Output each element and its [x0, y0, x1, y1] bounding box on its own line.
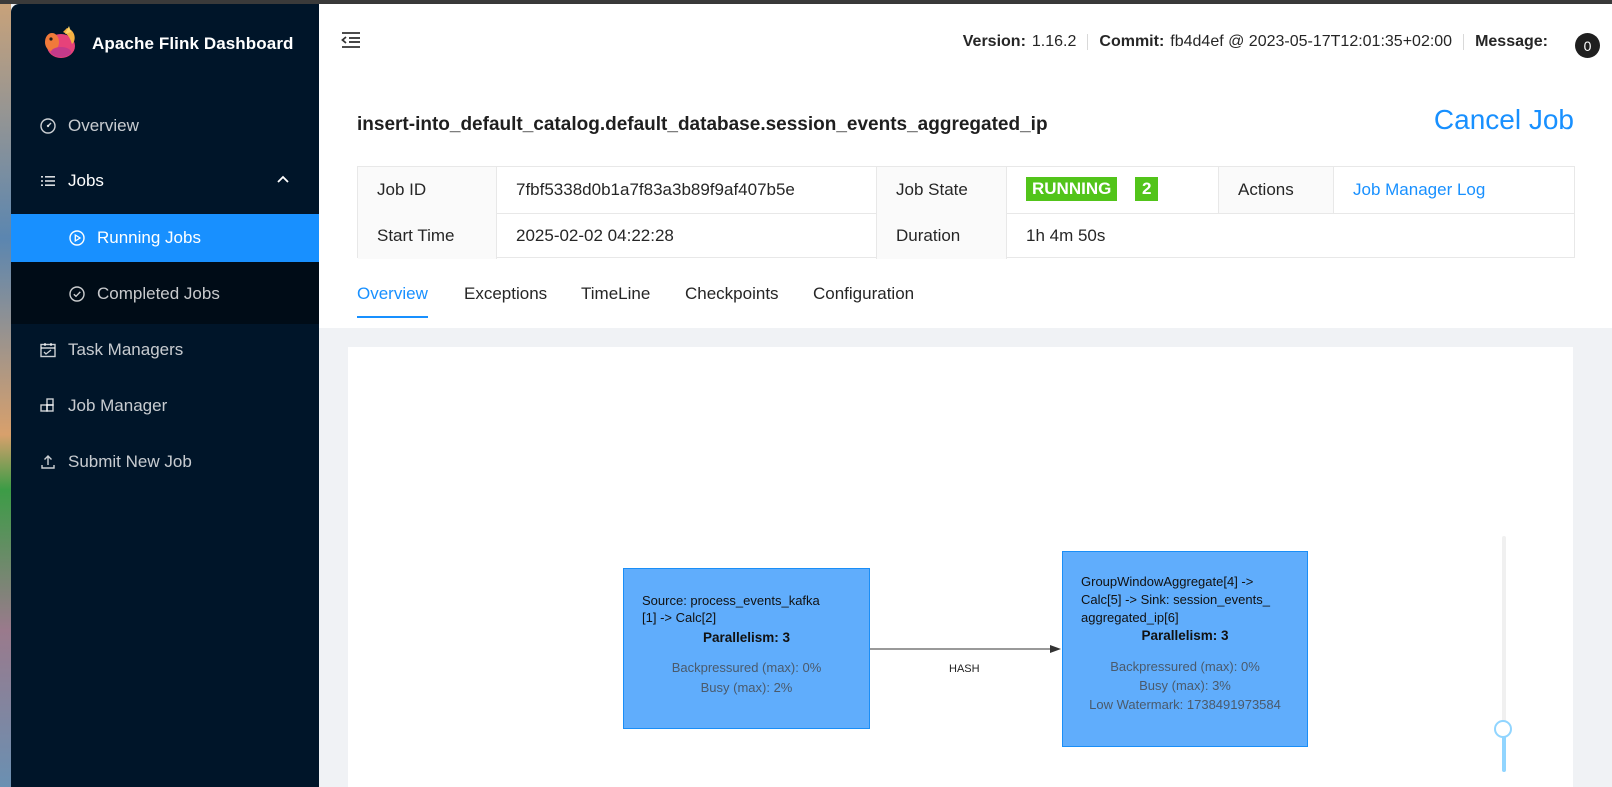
schedule-icon [40, 343, 56, 358]
sidebar-item-label: Running Jobs [97, 228, 201, 247]
node-parallelism: Parallelism: 3 [1141, 628, 1229, 643]
tab-overview[interactable]: Overview [357, 284, 428, 304]
tab-exceptions[interactable]: Exceptions [464, 284, 547, 304]
sidebar-item-label: Jobs [68, 171, 104, 190]
actions-label: Actions [1219, 167, 1334, 213]
sidebar: Apache Flink Dashboard Overview Jobs Run… [11, 4, 319, 787]
node-title: Calc[5] -> Sink: session_events_ [1081, 592, 1270, 607]
commit-label: Commit: [1099, 33, 1165, 50]
job-state-label: Job State [877, 167, 1007, 213]
node-metric: Backpressured (max): 0% [671, 660, 822, 675]
play-circle-icon [69, 230, 85, 246]
upload-icon [41, 455, 55, 469]
status-badge: RUNNING [1026, 177, 1118, 201]
sidebar-item-label: Overview [68, 116, 139, 135]
graph-node-sink[interactable]: GroupWindowAggregate[4] -> Calc[5] -> Si… [1062, 551, 1308, 747]
sidebar-item-label: Submit New Job [68, 452, 192, 471]
node-title: GroupWindowAggregate[4] -> [1081, 574, 1254, 589]
start-time-value: 2025-02-02 04:22:28 [497, 213, 877, 259]
zoom-slider-handle[interactable] [1494, 720, 1512, 738]
graph-edge [870, 645, 1061, 653]
job-state-cell: RUNNING 2 [1007, 167, 1219, 213]
sidebar-item-running-jobs[interactable]: Running Jobs [11, 214, 319, 262]
divider [1463, 34, 1465, 50]
jobs-submenu: Running Jobs Completed Jobs [11, 214, 319, 324]
app-title: Apache Flink Dashboard [92, 34, 294, 53]
build-icon [40, 398, 54, 412]
tab-active-indicator [357, 316, 428, 318]
job-manager-log-link[interactable]: Job Manager Log [1353, 180, 1485, 199]
cancel-job-button[interactable]: Cancel Job [1434, 104, 1574, 136]
message-count-badge[interactable]: 0 [1575, 33, 1600, 58]
running-count-badge: 2 [1135, 177, 1159, 201]
sidebar-item-jobs[interactable]: Jobs [11, 156, 319, 206]
unordered-list-icon [41, 176, 55, 186]
tab-timeline[interactable]: TimeLine [581, 284, 650, 304]
job-id-value: 7fbf5338d0b1a7f83a3b89f9af407b5e [497, 167, 877, 213]
sidebar-item-label: Job Manager [68, 396, 168, 415]
start-time-label: Start Time [358, 213, 497, 259]
edge-label: HASH [949, 663, 980, 675]
tab-checkpoints[interactable]: Checkpoints [685, 284, 779, 304]
job-summary-panel: insert-into_default_catalog.default_data… [319, 80, 1612, 328]
desktop-background-edge [0, 4, 11, 787]
sidebar-item-job-manager[interactable]: Job Manager [11, 381, 319, 431]
cluster-info: Version: 1.16.2 Commit: fb4d4ef @ 2023-0… [963, 33, 1554, 51]
sidebar-item-submit-new-job[interactable]: Submit New Job [11, 437, 319, 487]
graph-node-source[interactable]: Source: process_events_kafka [1] -> Calc… [623, 568, 870, 729]
sidebar-item-completed-jobs[interactable]: Completed Jobs [11, 270, 319, 318]
node-title: [1] -> Calc[2] [642, 610, 717, 625]
sidebar-item-task-managers[interactable]: Task Managers [11, 325, 319, 375]
duration-label: Duration [877, 213, 1007, 259]
actions-cell: Job Manager Log [1334, 167, 1574, 213]
divider [1087, 34, 1089, 50]
node-parallelism: Parallelism: 3 [702, 630, 791, 645]
tab-configuration[interactable]: Configuration [813, 284, 914, 304]
sidebar-item-label: Task Managers [68, 340, 184, 359]
menu-fold-icon[interactable] [340, 29, 362, 51]
flink-squirrel-logo-icon [45, 26, 75, 58]
node-metric: Low Watermark: 1738491973584 [1089, 697, 1281, 712]
job-name: insert-into_default_catalog.default_data… [357, 114, 1048, 135]
sidebar-item-overview[interactable]: Overview [11, 101, 319, 151]
check-circle-icon [69, 286, 85, 302]
node-title: Source: process_events_kafka [642, 593, 820, 608]
chevron-up-icon [277, 175, 289, 183]
dashboard-icon [40, 118, 56, 134]
version-label: Version: [962, 33, 1026, 50]
node-metric: Busy (max): 3% [1139, 678, 1231, 693]
commit-value: fb4d4ef @ 2023-05-17T12:01:35+02:00 [1170, 33, 1453, 50]
sidebar-item-label: Completed Jobs [97, 284, 220, 303]
job-descriptions: Job ID 7fbf5338d0b1a7f83a3b89f9af407b5e … [357, 166, 1575, 259]
job-graph-canvas[interactable] [348, 347, 1573, 787]
node-metric: Backpressured (max): 0% [1110, 659, 1260, 674]
sidebar-logo[interactable]: Apache Flink Dashboard [11, 4, 319, 84]
node-metric: Busy (max): 2% [700, 680, 793, 695]
job-id-label: Job ID [358, 167, 497, 213]
node-title: aggregated_ip[6] [1081, 610, 1179, 625]
duration-value: 1h 4m 50s [1026, 226, 1106, 245]
message-label[interactable]: Message: [1475, 33, 1548, 51]
version-value: 1.16.2 [1031, 33, 1077, 50]
header: Version: 1.16.2 Commit: fb4d4ef @ 2023-0… [319, 4, 1612, 80]
